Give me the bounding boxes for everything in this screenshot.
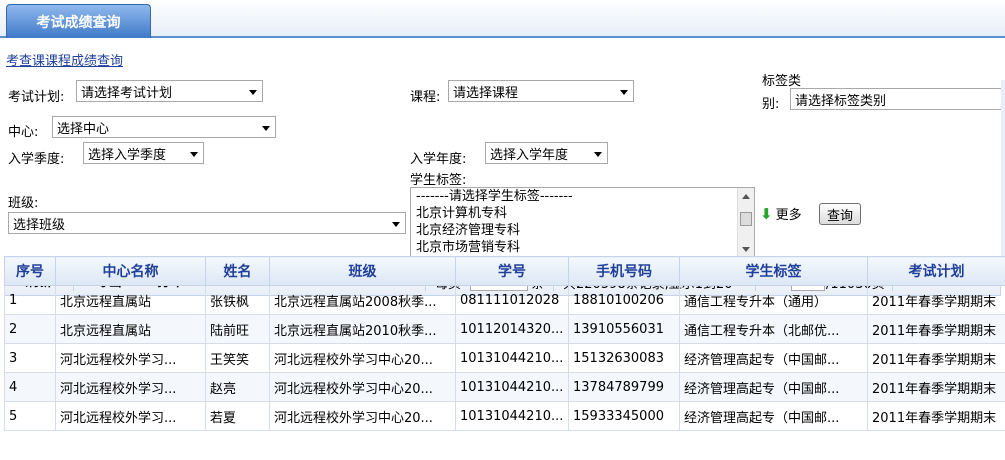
- table-cell: 河北远程校外学习中心20...: [269, 372, 456, 402]
- table-cell: 10131044210...: [455, 372, 569, 402]
- table-cell: 通信工程专升本（北邮优...: [679, 314, 868, 344]
- year-label: 入学年度:: [410, 152, 467, 167]
- table-cell: 4: [4, 372, 56, 402]
- table-cell: 3: [4, 343, 56, 373]
- table-cell: 北京远程直属站: [55, 285, 206, 315]
- chevron-down-icon: [392, 222, 400, 227]
- chevron-down-icon: [620, 90, 628, 95]
- student-tag-option[interactable]: 北京计算机专科: [411, 205, 754, 222]
- table-cell: 2: [4, 314, 56, 344]
- column-header[interactable]: 姓名: [205, 256, 270, 286]
- table-cell: 河北远程校外学习...: [55, 343, 206, 373]
- table-cell: 10131044210...: [455, 343, 569, 373]
- table-cell: 1: [4, 285, 56, 315]
- column-header[interactable]: 序号: [4, 256, 56, 286]
- tag-category-label-line2: 别:: [762, 97, 780, 112]
- table-cell: 2011年春季学期期末: [867, 372, 1005, 402]
- column-header[interactable]: 学生标签: [679, 256, 868, 286]
- tab-exam-score-query[interactable]: 考试成绩查询: [6, 4, 151, 38]
- chevron-down-icon: [190, 152, 198, 157]
- table-cell: 经济管理高起专（中国邮...: [679, 401, 868, 431]
- student-tag-option[interactable]: -------请选择学生标签-------: [411, 188, 754, 205]
- exam-plan-select[interactable]: 请选择考试计划: [76, 80, 263, 102]
- table-cell: 赵亮: [205, 372, 270, 402]
- table-cell: 2011年春季学期期末: [867, 343, 1005, 373]
- table-cell: 5: [4, 401, 56, 431]
- table-cell: 15132630083: [568, 343, 680, 373]
- table-cell: 18810100206: [568, 285, 680, 315]
- table-cell: 河北远程校外学习中心20...: [269, 401, 456, 431]
- student-tag-listbox[interactable]: -------请选择学生标签------- 北京计算机专科 北京经济管理专科 北…: [410, 187, 755, 259]
- course-label: 课程:: [410, 90, 441, 105]
- table-cell: 13784789799: [568, 372, 680, 402]
- student-tag-label: 学生标签:: [410, 173, 467, 188]
- student-tag-option[interactable]: 北京市场营销专科: [411, 239, 754, 256]
- chevron-down-icon: [262, 126, 270, 131]
- table-cell: 15933345000: [568, 401, 680, 431]
- table-cell: 北京远程直属站: [55, 314, 206, 344]
- season-label: 入学季度:: [8, 152, 65, 167]
- year-select[interactable]: 选择入学年度: [485, 142, 608, 164]
- table-cell: 经济管理高起专（中国邮...: [679, 343, 868, 373]
- course-select[interactable]: 请选择课程: [448, 80, 634, 102]
- right-edge: [1001, 80, 1005, 260]
- elective-course-score-link[interactable]: 考查课课程成绩查询: [6, 50, 123, 69]
- query-button[interactable]: 查询: [819, 203, 861, 225]
- scroll-up-icon[interactable]: [742, 194, 750, 199]
- table-cell: 10131044210...: [455, 401, 569, 431]
- center-select[interactable]: 选择中心: [52, 116, 276, 138]
- table-cell: 河北远程校外学习...: [55, 372, 206, 402]
- table-cell: 2011年春季学期期末: [867, 285, 1005, 315]
- table-cell: 王笑笑: [205, 343, 270, 373]
- score-table: 序号 中心名称 姓名 班级 学号 手机号码 学生标签 考试计划 1 北京远程直属…: [4, 256, 1005, 431]
- scroll-thumb[interactable]: [740, 212, 752, 226]
- table-cell: 经济管理高起专（中国邮...: [679, 372, 868, 402]
- table-cell: 通信工程专升本（通用）: [679, 285, 868, 315]
- chevron-down-icon: [249, 90, 257, 95]
- table-row[interactable]: 2 北京远程直属站 陆前旺 北京远程直属站2010秋季... 101120143…: [4, 314, 1005, 344]
- table-cell: 北京远程直属站2008秋季...: [269, 285, 456, 315]
- table-row[interactable]: 4 河北远程校外学习... 赵亮 河北远程校外学习中心20... 1013104…: [4, 372, 1005, 402]
- table-row[interactable]: 5 河北远程校外学习... 若夏 河北远程校外学习中心20... 1013104…: [4, 401, 1005, 431]
- center-label: 中心:: [8, 125, 39, 140]
- column-header[interactable]: 考试计划: [867, 256, 1005, 286]
- class-label: 班级:: [8, 196, 39, 211]
- exam-plan-label: 考试计划:: [8, 90, 65, 105]
- table-cell: 河北远程校外学习...: [55, 401, 206, 431]
- tag-category-label-line1: 标签类: [762, 74, 802, 89]
- table-cell: 河北远程校外学习中心20...: [269, 343, 456, 373]
- tab-strip: 考试成绩查询: [0, 0, 1005, 38]
- table-cell: 10112014320...: [455, 314, 569, 344]
- table-cell: 2011年春季学期期末: [867, 401, 1005, 431]
- table-cell: 陆前旺: [205, 314, 270, 344]
- more-button[interactable]: ⬇ 更多: [760, 204, 802, 224]
- column-header[interactable]: 学号: [455, 256, 569, 286]
- table-row[interactable]: 1 北京远程直属站 张铁枫 北京远程直属站2008秋季... 081111012…: [4, 285, 1005, 315]
- column-header[interactable]: 手机号码: [568, 256, 680, 286]
- student-tag-option[interactable]: 北京经济管理专科: [411, 222, 754, 239]
- chevron-down-icon: [594, 152, 602, 157]
- column-header[interactable]: 中心名称: [55, 256, 206, 286]
- scroll-down-icon[interactable]: [742, 247, 750, 252]
- more-label: 更多: [775, 208, 802, 223]
- class-select[interactable]: 选择班级: [8, 212, 406, 234]
- listbox-scrollbar[interactable]: [737, 188, 754, 258]
- table-cell: 北京远程直属站2010秋季...: [269, 314, 456, 344]
- table-cell: 若夏: [205, 401, 270, 431]
- download-arrow-icon: ⬇: [760, 204, 773, 223]
- table-row[interactable]: 3 河北远程校外学习... 王笑笑 河北远程校外学习中心20... 101310…: [4, 343, 1005, 373]
- table-cell: 2011年春季学期期末: [867, 314, 1005, 344]
- table-cell: 081111012028: [455, 285, 569, 315]
- table-cell: 13910556031: [568, 314, 680, 344]
- tag-category-select[interactable]: 请选择标签类别: [790, 88, 1005, 110]
- table-header-row: 序号 中心名称 姓名 班级 学号 手机号码 学生标签 考试计划: [4, 256, 1005, 286]
- column-header[interactable]: 班级: [269, 256, 456, 286]
- table-cell: 张铁枫: [205, 285, 270, 315]
- season-select[interactable]: 选择入学季度: [83, 142, 204, 164]
